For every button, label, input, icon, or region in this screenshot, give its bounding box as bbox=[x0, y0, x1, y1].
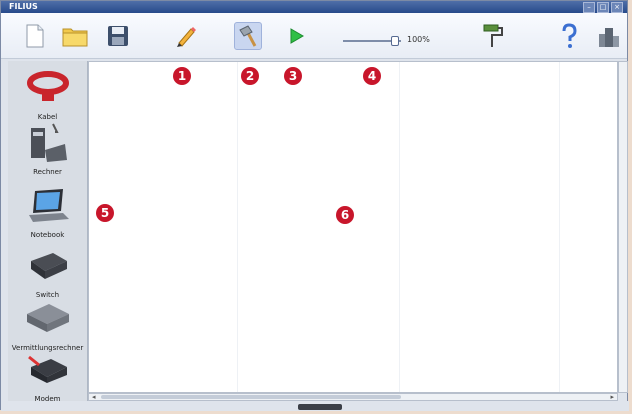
close-button[interactable]: × bbox=[611, 2, 623, 13]
splitter-handle[interactable] bbox=[298, 404, 342, 410]
horizontal-scrollbar[interactable]: ◂ ▸ bbox=[88, 393, 618, 401]
palette-item-computer[interactable]: Rechner bbox=[8, 118, 87, 182]
grid-line bbox=[237, 62, 238, 392]
vertical-scrollbar[interactable] bbox=[618, 61, 628, 393]
pencil-icon bbox=[177, 27, 196, 47]
callout-marker: 4 bbox=[363, 67, 381, 85]
application-window: FILIUS – □ × 100% Kabel Rechner Notebook… bbox=[0, 0, 629, 411]
hammer-icon bbox=[239, 25, 257, 47]
grid-line bbox=[559, 62, 560, 392]
desktop-computer-icon bbox=[18, 118, 78, 166]
callout-marker: 2 bbox=[241, 67, 259, 85]
grid-line bbox=[399, 62, 400, 392]
callout-marker: 5 bbox=[96, 204, 114, 222]
question-mark-icon bbox=[562, 23, 577, 48]
router-icon bbox=[18, 294, 78, 342]
window-controls: – □ × bbox=[583, 2, 623, 13]
callout-marker: 3 bbox=[284, 67, 302, 85]
floppy-disk-icon bbox=[108, 26, 128, 46]
palette-label: Notebook bbox=[30, 231, 65, 239]
minimize-button[interactable]: – bbox=[583, 2, 595, 13]
new-file-button[interactable] bbox=[21, 22, 49, 50]
callout-marker: 6 bbox=[336, 206, 354, 224]
switch-icon bbox=[18, 241, 78, 289]
info-button[interactable] bbox=[595, 22, 623, 50]
cable-icon bbox=[18, 63, 78, 111]
toolbar: 100% bbox=[1, 13, 627, 59]
scroll-left-icon[interactable]: ◂ bbox=[92, 393, 96, 401]
zoom-value: 100% bbox=[407, 35, 430, 44]
zoom-slider[interactable]: 100% bbox=[343, 34, 435, 48]
palette-item-notebook[interactable]: Notebook bbox=[8, 181, 87, 245]
network-canvas[interactable] bbox=[88, 61, 618, 393]
help-button[interactable] bbox=[555, 22, 583, 50]
zoom-thumb[interactable] bbox=[391, 36, 399, 46]
palette-label: Rechner bbox=[33, 168, 62, 176]
scroll-right-icon[interactable]: ▸ bbox=[610, 393, 614, 401]
component-palette: Kabel Rechner Notebook Switch Vermittlun… bbox=[8, 61, 88, 403]
maximize-button[interactable]: □ bbox=[597, 2, 609, 13]
play-icon bbox=[290, 28, 304, 44]
palette-item-modem[interactable]: Modem bbox=[8, 345, 87, 409]
scroll-thumb[interactable] bbox=[101, 395, 401, 399]
save-button[interactable] bbox=[104, 22, 132, 50]
buildings-icon bbox=[599, 28, 619, 47]
folder-icon bbox=[62, 28, 88, 47]
design-mode-button[interactable] bbox=[172, 22, 200, 50]
paint-roller-icon bbox=[483, 24, 503, 47]
open-file-button[interactable] bbox=[61, 22, 89, 50]
modem-icon bbox=[18, 345, 78, 393]
cable-mode-button[interactable] bbox=[234, 22, 262, 50]
callout-marker: 1 bbox=[173, 67, 191, 85]
laptop-icon bbox=[18, 181, 78, 229]
documentation-tool-button[interactable] bbox=[479, 22, 507, 50]
title-bar: FILIUS – □ × bbox=[1, 1, 627, 13]
simulation-play-button[interactable] bbox=[282, 22, 310, 50]
new-file-icon bbox=[26, 24, 44, 48]
window-title: FILIUS bbox=[9, 2, 38, 11]
